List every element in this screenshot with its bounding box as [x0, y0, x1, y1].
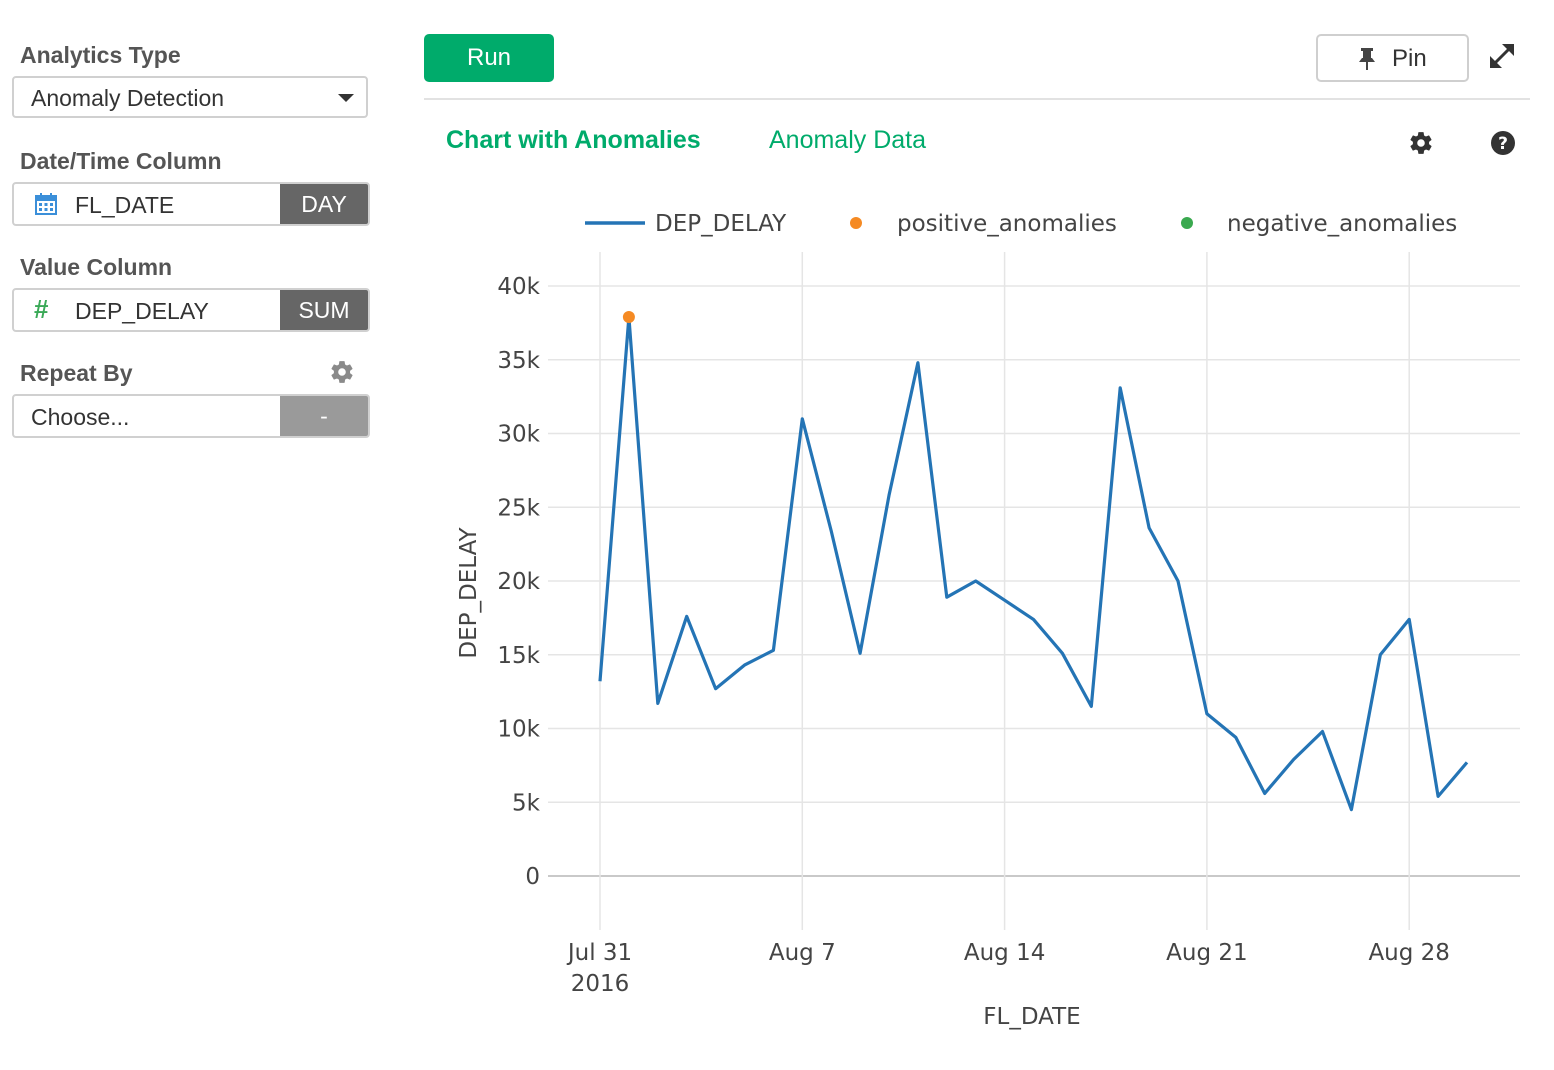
y-tick-label: 40k — [497, 274, 540, 300]
x-axis-title: FL_DATE — [983, 1004, 1080, 1030]
legend-negative-swatch — [1181, 217, 1193, 229]
y-tick-label: 15k — [497, 643, 540, 669]
legend-dep-delay: DEP_DELAY — [655, 211, 787, 237]
y-tick-label: 35k — [497, 348, 540, 374]
legend-positive-anomalies: positive_anomalies — [897, 211, 1117, 237]
anomaly-line-chart: 0 5k 10k 15k 20k 25k 30k 35k 40k Jul 31 2016 Aug 7 A… — [456, 211, 1520, 1030]
dep-delay-line — [598, 315, 1469, 812]
y-tick-label: 20k — [497, 569, 540, 595]
y-tick-label: 10k — [497, 717, 540, 743]
y-tick-label: 30k — [497, 422, 540, 448]
legend-negative-anomalies: negative_anomalies — [1227, 211, 1457, 237]
x-tick-label: Aug 28 — [1368, 940, 1450, 966]
x-tick-label: Aug 14 — [964, 940, 1046, 966]
positive-anomaly-point — [622, 310, 635, 323]
y-axis-title: DEP_DELAY — [456, 526, 482, 658]
legend-positive-swatch — [850, 217, 862, 229]
x-tick-label: Jul 31 — [566, 940, 632, 966]
x-tick-label: Aug 21 — [1166, 940, 1248, 966]
x-tick-label: 2016 — [571, 971, 630, 997]
x-tick-label: Aug 7 — [769, 940, 836, 966]
y-tick-label: 25k — [497, 495, 540, 521]
y-tick-label: 5k — [512, 790, 541, 816]
y-tick-label: 0 — [525, 864, 540, 890]
